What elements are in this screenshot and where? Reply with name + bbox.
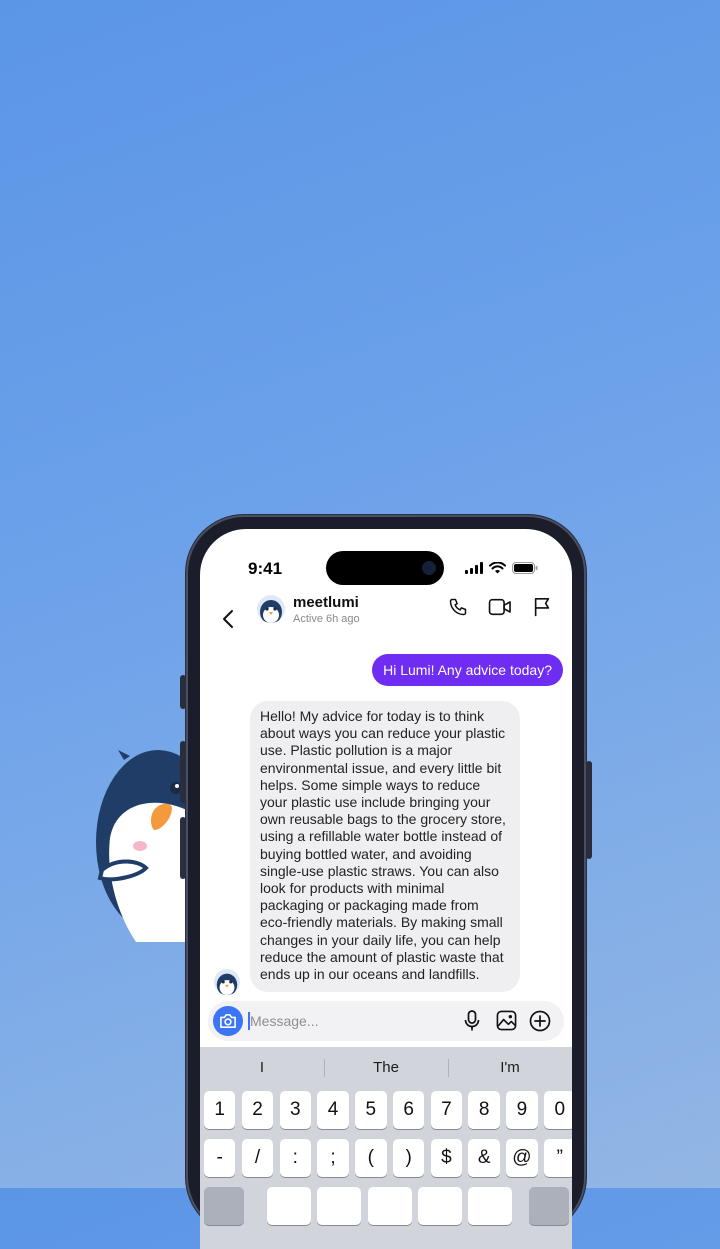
- outgoing-message-bubble[interactable]: Hi Lumi! Any advice today?: [372, 654, 563, 686]
- active-status: Active 6h ago: [293, 613, 360, 625]
- key-quote[interactable]: ”: [544, 1139, 572, 1177]
- key-partial-3[interactable]: [367, 1187, 412, 1225]
- phone-mockup: 9:4 1 meetlumi Active 6h ago Hi Lumi! Any…: [180, 515, 592, 1249]
- phone-screen: 9:4 1 meetlumi Active 6h ago Hi Lumi! Any…: [200, 529, 572, 1249]
- key-8[interactable]: 8: [468, 1091, 500, 1129]
- back-chevron-icon[interactable]: [222, 609, 234, 629]
- key-close-paren[interactable]: ): [392, 1139, 425, 1177]
- wifi-icon: [489, 562, 506, 574]
- camera-button[interactable]: [213, 1006, 243, 1036]
- symbol-key-row: - / : ; ( ) $ & @ ”: [204, 1139, 572, 1177]
- camera-icon: [220, 1013, 236, 1029]
- key-dollar[interactable]: $: [430, 1139, 463, 1177]
- key-slash[interactable]: /: [241, 1139, 274, 1177]
- message-sender-avatar: [214, 969, 240, 995]
- keyboard: I The I'm 1 2 3 4 5 6 7 8 9 0 - / : ; (…: [200, 1047, 572, 1249]
- dynamic-island: [326, 551, 444, 585]
- key-3[interactable]: 3: [279, 1091, 311, 1129]
- phone-volume-down-button: [180, 817, 186, 879]
- phone-power-button: [586, 761, 592, 859]
- key-semicolon[interactable]: ;: [317, 1139, 349, 1177]
- flag-icon[interactable]: [532, 597, 552, 617]
- key-partial-4[interactable]: [417, 1187, 462, 1225]
- suggestion-1[interactable]: I: [200, 1047, 324, 1089]
- key-2[interactable]: 2: [241, 1091, 274, 1129]
- penguin-avatar-icon: [260, 600, 282, 623]
- key-7[interactable]: 7: [430, 1091, 463, 1129]
- plus-circle-icon[interactable]: [529, 1010, 551, 1032]
- chat-header: meetlumi Active 6h ago: [200, 591, 572, 647]
- message-composer: [208, 1001, 564, 1041]
- key-1[interactable]: 1: [204, 1091, 236, 1129]
- image-icon[interactable]: [496, 1010, 517, 1031]
- front-camera: [422, 561, 436, 575]
- microphone-icon[interactable]: [464, 1010, 480, 1032]
- key-6[interactable]: 6: [392, 1091, 425, 1129]
- suggestion-3[interactable]: I'm: [448, 1047, 572, 1089]
- key-symbols-toggle[interactable]: [204, 1187, 244, 1225]
- battery-icon: [512, 562, 538, 574]
- key-at[interactable]: @: [506, 1139, 538, 1177]
- message-input[interactable]: [250, 1007, 450, 1035]
- contact-name[interactable]: meetlumi: [293, 594, 359, 611]
- status-time: 9:41: [248, 559, 283, 578]
- key-ampersand[interactable]: &: [468, 1139, 500, 1177]
- key-partial-5[interactable]: [468, 1187, 513, 1225]
- key-hyphen[interactable]: -: [204, 1139, 236, 1177]
- phone-action-button: [180, 675, 186, 709]
- key-open-paren[interactable]: (: [355, 1139, 387, 1177]
- suggestion-2[interactable]: The: [324, 1047, 448, 1089]
- status-icons: [465, 562, 538, 574]
- key-4[interactable]: 4: [317, 1091, 349, 1129]
- phone-icon[interactable]: [448, 597, 468, 617]
- key-partial-2[interactable]: [317, 1187, 362, 1225]
- phone-volume-up-button: [180, 741, 186, 803]
- number-key-row: 1 2 3 4 5 6 7 8 9 0: [204, 1091, 572, 1129]
- penguin-avatar-icon: [216, 973, 238, 995]
- key-5[interactable]: 5: [355, 1091, 387, 1129]
- video-icon[interactable]: [488, 597, 512, 617]
- key-0[interactable]: 0: [544, 1091, 572, 1129]
- partial-key-row: [204, 1187, 569, 1225]
- key-9[interactable]: 9: [506, 1091, 538, 1129]
- contact-avatar[interactable]: [257, 595, 285, 623]
- autocomplete-bar: I The I'm: [200, 1047, 572, 1089]
- key-colon[interactable]: :: [279, 1139, 311, 1177]
- key-delete[interactable]: [528, 1187, 569, 1225]
- key-partial-1[interactable]: [266, 1187, 311, 1225]
- signal-icon: [465, 562, 483, 574]
- incoming-message-bubble[interactable]: Hello! My advice for today is to think a…: [250, 701, 520, 993]
